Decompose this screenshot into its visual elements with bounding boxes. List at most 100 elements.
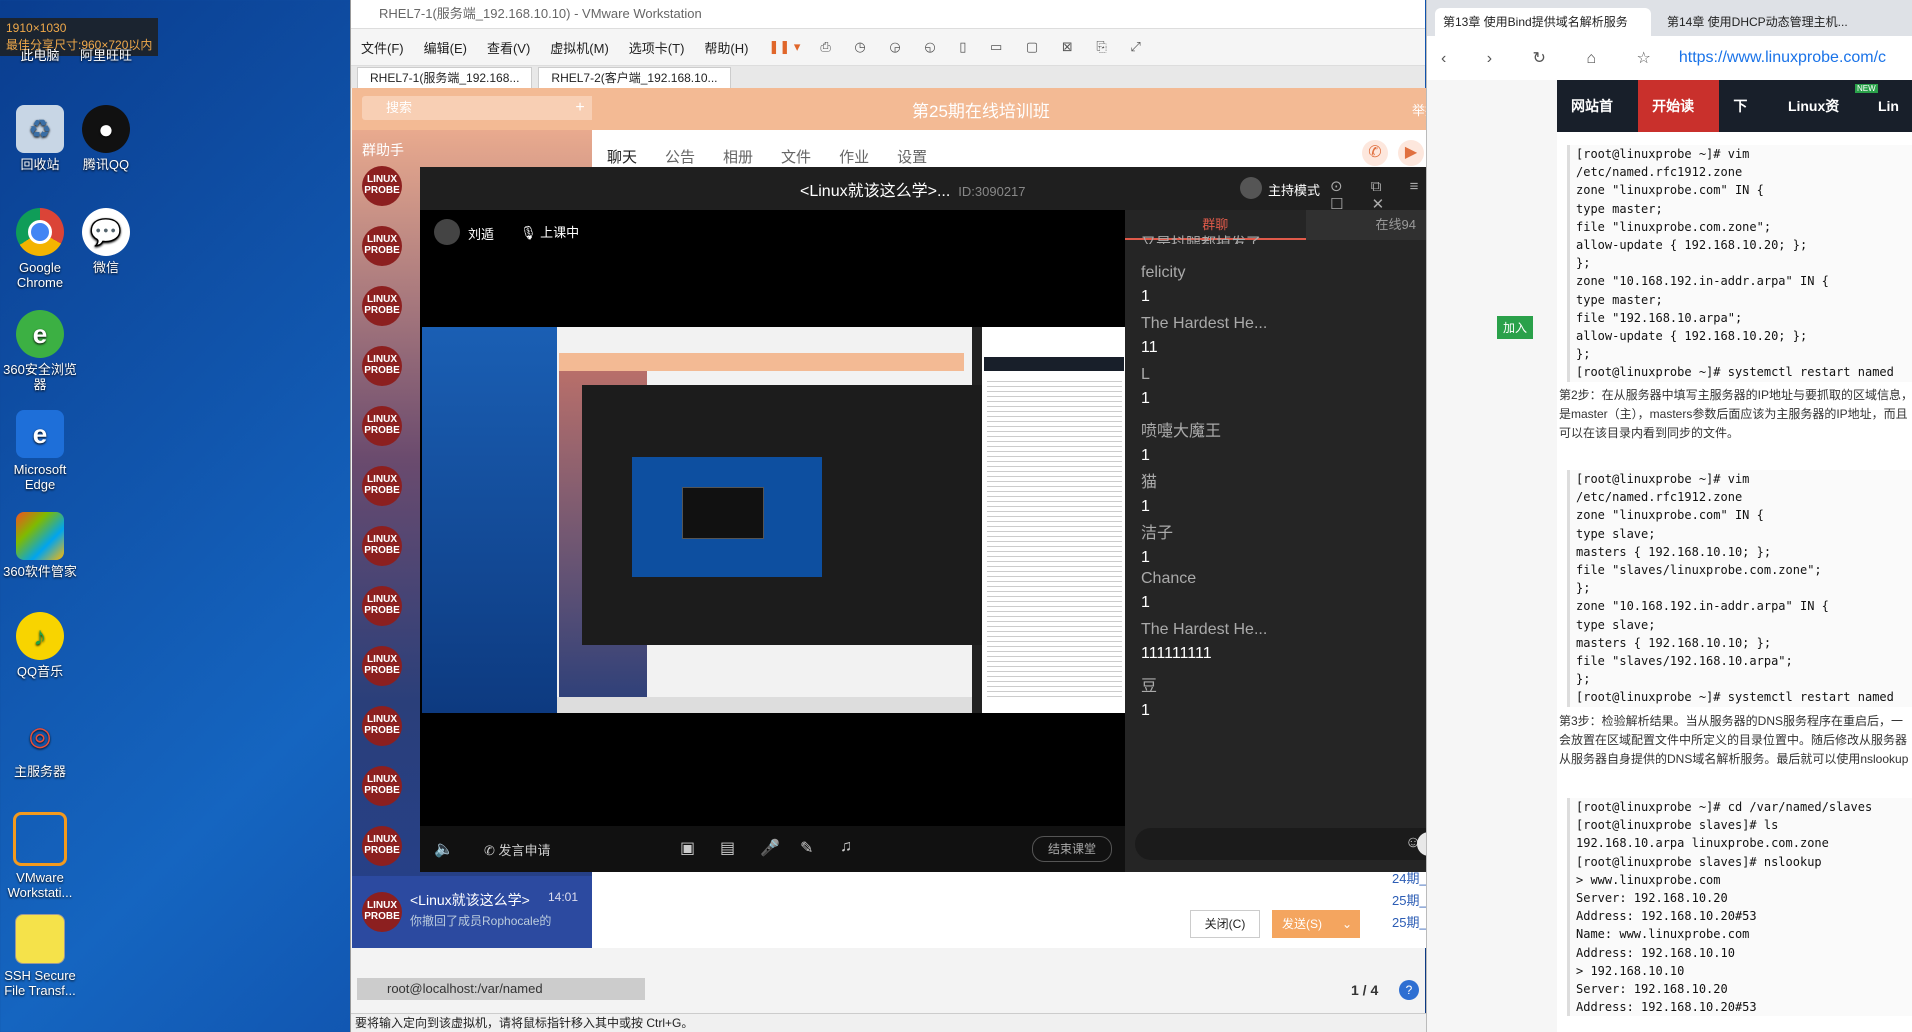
nav-read[interactable]: 开始读书 xyxy=(1638,80,1720,166)
tab-chat[interactable]: 聊天 xyxy=(607,146,637,167)
avatar[interactable]: LINUX PROBE xyxy=(362,346,402,386)
server-shortcut-icon: ◎ xyxy=(28,720,52,751)
menu-vm[interactable]: 虚拟机(M) xyxy=(550,38,609,57)
class-status: 🎙 上课中 xyxy=(520,225,580,240)
add-icon[interactable]: + xyxy=(568,96,592,120)
nav-linux-news[interactable]: Linux资讯 xyxy=(1774,80,1864,166)
live-title: <Linux就该这么学>... xyxy=(800,183,951,200)
menu-tabs[interactable]: 选项卡(T) xyxy=(629,38,685,57)
desktop-icon-wechat[interactable]: 💬 微信 xyxy=(66,208,146,275)
avatar: LINUX PROBE xyxy=(362,892,402,932)
menu-edit[interactable]: 编辑(E) xyxy=(424,38,467,57)
microphone-icon[interactable]: 🎤 xyxy=(760,838,780,858)
step2-paragraph: 第2步：在从服务器中填写主服务器的IP地址与要抓取的区域信息，是master（主… xyxy=(1559,388,1912,440)
chat-message: 喷嚏大魔王 1 xyxy=(1141,423,1222,464)
chat-message: The Hardest He... 11 xyxy=(1141,315,1268,356)
camera-off-icon[interactable]: ▣ xyxy=(680,838,695,858)
qq-penguin-icon: ● xyxy=(82,105,130,153)
help-circle-icon[interactable]: ? xyxy=(1399,980,1419,1000)
chat-message: 猫1 xyxy=(1141,474,1158,515)
avatar[interactable]: LINUX PROBE xyxy=(362,706,402,746)
teacher-name: 刘遁 xyxy=(468,227,495,242)
vm-tab-server[interactable]: RHEL7-1(服务端_192.168... xyxy=(357,67,533,88)
qq-search-input[interactable]: 搜索 xyxy=(362,96,586,120)
address-bar: ‹ › ↻ ⌂ ☆ https://www.linuxprobe.com/c xyxy=(1427,36,1912,80)
menu-view[interactable]: 查看(V) xyxy=(487,38,530,57)
pause-icon[interactable]: ❚❚ ▾ xyxy=(768,39,800,55)
avatar[interactable]: LINUX PROBE xyxy=(362,826,402,866)
avatar[interactable]: LINUX PROBE xyxy=(362,166,402,206)
qq-header: 搜索 + 第25期在线培训班 举报 ⌄ − ☐ ✕ xyxy=(352,88,1556,135)
ssh-file-transfer-icon xyxy=(15,914,65,964)
avatar[interactable]: LINUX PROBE xyxy=(362,526,402,566)
screen-share-icon[interactable]: ▤ xyxy=(720,838,735,858)
speaker-icon[interactable]: 🔈 xyxy=(434,839,454,859)
browser-tab[interactable]: 第13章 使用Bind提供域名解析服务 xyxy=(1435,8,1651,36)
wechat-icon: 💬 xyxy=(82,208,130,256)
live-id: ID:3090217 xyxy=(958,184,1026,199)
desktop-icon-edge[interactable]: e Microsoft Edge xyxy=(0,410,80,492)
host-mode-label[interactable]: 主持模式 xyxy=(1268,180,1320,199)
desktop-icon-main-server[interactable]: ◎ 主服务器 xyxy=(0,712,80,780)
recycle-bin-icon: ♻ xyxy=(16,105,64,153)
desktop-icon-360-software[interactable]: 360软件管家 xyxy=(0,512,80,579)
url-field[interactable]: https://www.linuxprobe.com/c xyxy=(1679,49,1886,67)
tab-files[interactable]: 文件 xyxy=(781,146,811,167)
screen-share-view xyxy=(422,327,1125,713)
apply-speak-button[interactable]: ✆ 发言申请 xyxy=(484,840,551,859)
desktop-icon-aliwangwang[interactable]: 阿里旺旺 xyxy=(66,48,146,63)
end-class-button[interactable]: 结束课堂 xyxy=(1032,836,1112,862)
nav-download[interactable]: 下载 xyxy=(1719,80,1774,166)
shared-status-bar xyxy=(557,697,972,713)
vm-tab-client[interactable]: RHEL7-2(客户端_192.168.10... xyxy=(538,67,731,88)
host-avatar xyxy=(1240,177,1262,199)
chat-input[interactable]: ☺ 发送 xyxy=(1135,828,1475,860)
tab-settings[interactable]: 设置 xyxy=(897,146,927,167)
toolbar-icons[interactable]: ⎙ ◷ ◶ ◵ ▯ ▭ ▢ ⊠ ⎘ ⤢ xyxy=(820,39,1150,55)
avatar[interactable]: LINUX PROBE xyxy=(362,406,402,446)
desktop-icon-qq[interactable]: ● 腾讯QQ xyxy=(66,105,146,172)
desktop-icon-vmware[interactable]: VMware Workstati... xyxy=(0,812,80,900)
avatar[interactable]: LINUX PROBE xyxy=(362,466,402,506)
avatar[interactable]: LINUX PROBE xyxy=(362,646,402,686)
join-button[interactable]: 加入 xyxy=(1497,316,1534,339)
mic-icon: 🎙 xyxy=(520,225,537,240)
desktop-icon-360-browser[interactable]: e 360安全浏览器 xyxy=(0,310,80,392)
desktop-icon-qq-music[interactable]: ♪ QQ音乐 xyxy=(0,612,80,679)
shared-desktop xyxy=(422,327,557,713)
tab-homework[interactable]: 作业 xyxy=(839,146,869,167)
chat-list-item-active[interactable]: LINUX PROBE <Linux就该这么学> 14:01 你撤回了成员Rop… xyxy=(352,876,592,948)
avatar[interactable]: LINUX PROBE xyxy=(362,226,402,266)
chat-message: The Hardest He... 111111111 xyxy=(1141,621,1268,662)
qq-group-title: 第25期在线培训班 xyxy=(912,102,1050,121)
browser-tab[interactable]: 第14章 使用DHCP动态管理主机... xyxy=(1659,8,1875,36)
music-icon[interactable]: ♫ xyxy=(840,838,852,856)
chat-message: 洁子 1 xyxy=(1141,525,1174,566)
desktop-icon-ssh[interactable]: SSH Secure File Transf... xyxy=(0,914,80,998)
tab-notice[interactable]: 公告 xyxy=(665,146,695,167)
phone-icon[interactable]: ✆ xyxy=(1362,140,1388,166)
chat-message: 豆1 xyxy=(1141,678,1158,719)
tab-album[interactable]: 相册 xyxy=(723,146,753,167)
browser-window: 第13章 使用Bind提供域名解析服务 第14章 使用DHCP动态管理主机...… xyxy=(1426,0,1912,1032)
terminal-taskbar-item[interactable]: root@localhost:/var/named xyxy=(357,978,645,1000)
code-block-2: [root@linuxprobe ~]# vim /etc/named.rfc1… xyxy=(1567,470,1912,707)
menu-file[interactable]: 文件(F) xyxy=(361,38,404,57)
avatar[interactable]: LINUX PROBE xyxy=(362,766,402,806)
avatar[interactable]: LINUX PROBE xyxy=(362,286,402,326)
menu-help[interactable]: 帮助(H) xyxy=(704,38,748,57)
shared-browser-nav xyxy=(984,357,1124,371)
live-classroom-window: <Linux就该这么学>... ID:3090217 主持模式 ⊙ ⧉ ≡ − ☐… xyxy=(420,167,1486,872)
360-software-manager-icon xyxy=(16,512,64,560)
nav-icons[interactable]: ‹ › ↻ ⌂ ☆ xyxy=(1441,48,1669,68)
close-button[interactable]: 关闭(C) xyxy=(1190,910,1260,938)
avatar[interactable]: LINUX PROBE xyxy=(362,586,402,626)
group-assistant-label: 群助手 xyxy=(362,142,404,158)
chat-message: felicity 1 xyxy=(1141,264,1186,305)
video-icon[interactable]: ▶ xyxy=(1398,140,1424,166)
chevron-down-icon[interactable]: ⌄ xyxy=(1342,910,1360,938)
vmware-tabs: RHEL7-1(服务端_192.168... RHEL7-2(客户端_192.1… xyxy=(351,66,1425,88)
send-button[interactable]: 发送(S) ⌄ xyxy=(1272,910,1360,938)
nav-home[interactable]: 网站首页 xyxy=(1557,80,1638,166)
edit-icon[interactable]: ✎ xyxy=(800,838,813,858)
